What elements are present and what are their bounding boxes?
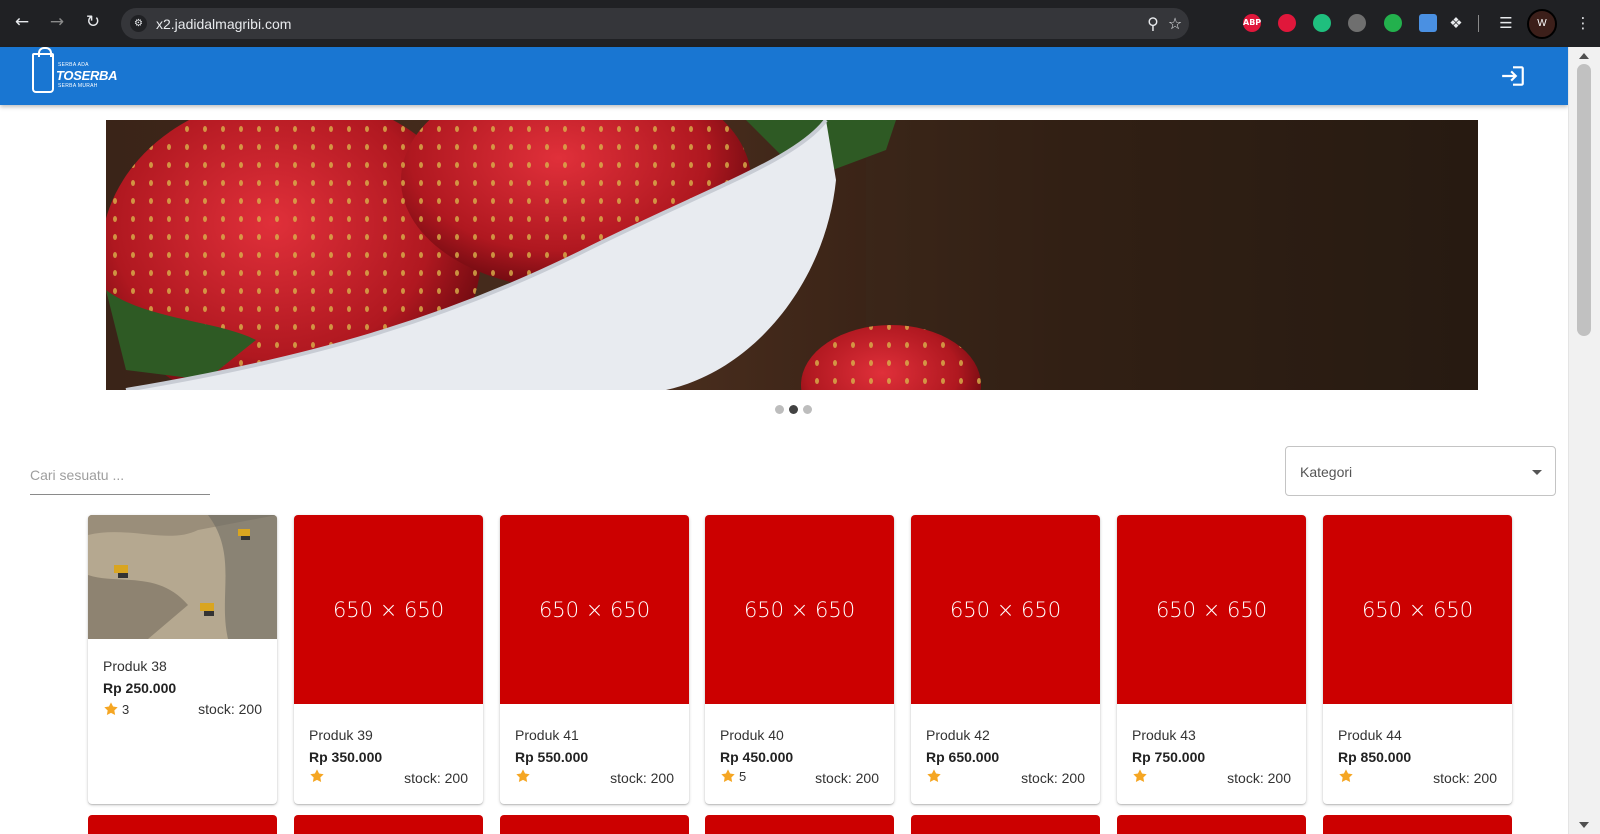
product-name[interactable]: Produk 42 bbox=[926, 727, 990, 743]
star-icon bbox=[1339, 769, 1353, 782]
product-name[interactable]: Produk 39 bbox=[309, 727, 373, 743]
logo-tagline-bottom: SERBA MURAH bbox=[58, 83, 98, 89]
product-card[interactable]: 650 × 650 Produk 41 Rp 550.000 stock: 200 bbox=[500, 515, 689, 804]
product-price: Rp 350.000 bbox=[309, 749, 383, 765]
star-icon bbox=[1133, 769, 1147, 782]
product-rating bbox=[309, 768, 328, 784]
dropdown-caret-icon bbox=[1532, 470, 1542, 475]
carousel-dot-2[interactable] bbox=[789, 405, 798, 414]
profile-avatar[interactable]: W bbox=[1527, 9, 1557, 39]
product-image-placeholder[interactable]: 650 × 650 bbox=[1117, 515, 1306, 704]
product-price: Rp 450.000 bbox=[720, 749, 794, 765]
forward-arrow-icon[interactable]: → bbox=[47, 12, 67, 32]
product-image-placeholder[interactable]: 650 × 650 bbox=[500, 515, 689, 704]
page-scrollbar[interactable] bbox=[1568, 47, 1600, 834]
product-card[interactable]: 650 × 650 Produk 43 Rp 750.000 stock: 200 bbox=[1117, 515, 1306, 804]
login-icon[interactable] bbox=[1500, 63, 1526, 89]
product-price: Rp 650.000 bbox=[926, 749, 1000, 765]
star-icon bbox=[927, 769, 941, 782]
product-card-partial[interactable] bbox=[705, 815, 894, 834]
product-card-partial[interactable] bbox=[294, 815, 483, 834]
product-card[interactable]: 650 × 650 Produk 39 Rp 350.000 stock: 200 bbox=[294, 515, 483, 804]
product-stock: stock: 200 bbox=[1021, 770, 1085, 786]
eye-icon[interactable] bbox=[1384, 14, 1402, 32]
kategori-select[interactable]: Kategori bbox=[1285, 446, 1556, 496]
toolbar-separator bbox=[1478, 15, 1479, 32]
adblock-plus-icon[interactable]: ABP bbox=[1243, 14, 1261, 32]
product-image-placeholder[interactable]: 650 × 650 bbox=[294, 515, 483, 704]
hand-stop-icon[interactable] bbox=[1278, 14, 1296, 32]
product-image-placeholder[interactable]: 650 × 650 bbox=[911, 515, 1100, 704]
product-image[interactable] bbox=[88, 515, 277, 639]
rating-value: 3 bbox=[122, 701, 130, 717]
product-name[interactable]: Produk 43 bbox=[1132, 727, 1196, 743]
back-arrow-icon[interactable]: ← bbox=[12, 12, 32, 32]
carousel-dot-3[interactable] bbox=[803, 405, 812, 414]
product-name[interactable]: Produk 41 bbox=[515, 727, 579, 743]
toserba-logo[interactable]: SERBA ADA TOSERBA SERBA MURAH bbox=[32, 47, 122, 97]
product-rating: 5 bbox=[720, 768, 746, 784]
zoom-icon[interactable]: ⚲ bbox=[1143, 14, 1163, 34]
product-name[interactable]: Produk 38 bbox=[103, 658, 167, 674]
logo-brand: TOSERBA bbox=[56, 68, 118, 83]
product-name[interactable]: Produk 44 bbox=[1338, 727, 1402, 743]
scrollbar-thumb[interactable] bbox=[1577, 64, 1591, 336]
product-card-partial[interactable] bbox=[1117, 815, 1306, 834]
product-price: Rp 750.000 bbox=[1132, 749, 1206, 765]
product-image-placeholder[interactable]: 650 × 650 bbox=[705, 515, 894, 704]
scroll-down-arrow-icon[interactable] bbox=[1579, 822, 1589, 828]
product-card[interactable]: 650 × 650 Produk 44 Rp 850.000 stock: 200 bbox=[1323, 515, 1512, 804]
reload-icon[interactable]: ↻ bbox=[83, 12, 103, 32]
search-input[interactable] bbox=[30, 463, 210, 487]
star-icon bbox=[516, 769, 530, 782]
product-rating bbox=[515, 768, 534, 784]
rating-value: 5 bbox=[739, 768, 747, 784]
browser-toolbar: ← → ↻ ⚙ x2.jadidalmagribi.com ⚲ ☆ ABP ❖ … bbox=[0, 0, 1600, 47]
target-icon[interactable] bbox=[1313, 14, 1331, 32]
kategori-label: Kategori bbox=[1300, 464, 1353, 480]
product-card-partial[interactable] bbox=[911, 815, 1100, 834]
shopping-bag-icon bbox=[32, 47, 54, 93]
product-stock: stock: 200 bbox=[610, 770, 674, 786]
product-price: Rp 250.000 bbox=[103, 680, 177, 696]
product-image-placeholder[interactable]: 650 × 650 bbox=[1323, 515, 1512, 704]
product-stock: stock: 200 bbox=[198, 701, 262, 717]
carousel-dot-1[interactable] bbox=[775, 405, 784, 414]
bookmark-star-icon[interactable]: ☆ bbox=[1165, 14, 1185, 34]
product-price: Rp 850.000 bbox=[1338, 749, 1412, 765]
carousel-indicators bbox=[775, 405, 815, 415]
docs-icon[interactable] bbox=[1419, 14, 1437, 32]
product-name[interactable]: Produk 40 bbox=[720, 727, 784, 743]
product-stock: stock: 200 bbox=[1433, 770, 1497, 786]
product-card-partial[interactable] bbox=[1323, 815, 1512, 834]
product-card[interactable]: 650 × 650 Produk 40 Rp 450.000 5 stock: 200 bbox=[705, 515, 894, 804]
product-rating bbox=[1132, 768, 1151, 784]
reading-list-icon[interactable]: ☰ bbox=[1496, 13, 1516, 33]
product-price: Rp 550.000 bbox=[515, 749, 589, 765]
product-card-partial[interactable] bbox=[88, 815, 277, 834]
url-text[interactable]: x2.jadidalmagribi.com bbox=[156, 16, 291, 32]
search-field[interactable] bbox=[30, 447, 210, 495]
product-rating bbox=[1338, 768, 1357, 784]
banner-carousel[interactable] bbox=[106, 120, 1478, 390]
scroll-up-arrow-icon[interactable] bbox=[1579, 53, 1589, 59]
product-stock: stock: 200 bbox=[404, 770, 468, 786]
product-card[interactable]: 650 × 650 Produk 42 Rp 650.000 stock: 200 bbox=[911, 515, 1100, 804]
browser-menu-icon[interactable]: ⋮ bbox=[1573, 13, 1593, 33]
star-icon bbox=[310, 769, 324, 782]
star-icon bbox=[104, 702, 118, 715]
flask-icon[interactable] bbox=[1348, 14, 1366, 32]
star-icon bbox=[721, 769, 735, 782]
site-settings-icon[interactable]: ⚙ bbox=[130, 15, 147, 32]
product-rating bbox=[926, 768, 945, 784]
product-rating: 3 bbox=[103, 701, 129, 717]
product-card[interactable]: Produk 38 Rp 250.000 3 stock: 200 bbox=[88, 515, 277, 804]
address-bar[interactable]: ⚙ x2.jadidalmagribi.com ⚲ ☆ bbox=[121, 8, 1189, 39]
app-header: SERBA ADA TOSERBA SERBA MURAH bbox=[0, 47, 1568, 105]
strawberry-banner-image bbox=[106, 120, 1478, 390]
product-stock: stock: 200 bbox=[815, 770, 879, 786]
extensions-puzzle-icon[interactable]: ❖ bbox=[1446, 13, 1466, 33]
product-stock: stock: 200 bbox=[1227, 770, 1291, 786]
product-card-partial[interactable] bbox=[500, 815, 689, 834]
